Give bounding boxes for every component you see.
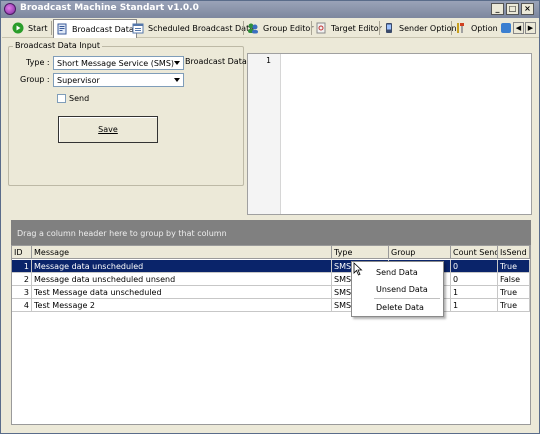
chevron-down-icon — [171, 57, 183, 69]
toolbar-separator — [243, 21, 244, 35]
column-header-group[interactable]: Group — [389, 246, 451, 259]
column-header-type[interactable]: Type — [332, 246, 389, 259]
group-icon — [247, 22, 259, 34]
table-row[interactable]: 4 Test Message 2 SMS 1 True — [12, 299, 530, 312]
cell-message: Test Message 2 — [32, 299, 332, 312]
minimize-button[interactable]: _ — [491, 3, 504, 15]
broadcast-data-label: Broadcast Data : — [185, 57, 252, 66]
cell-count-send: 1 — [451, 286, 498, 299]
column-header-count-send[interactable]: Count Send — [451, 246, 498, 259]
calendar-list-icon — [132, 22, 144, 34]
toolbar-separator — [379, 21, 380, 35]
tab-broadcast-data[interactable]: Broadcast Data — [53, 19, 137, 38]
app-window: Broadcast Machine Standart v1.0.0 _ □ × … — [0, 0, 540, 434]
tab-option[interactable]: Option — [453, 20, 500, 36]
menu-separator — [374, 298, 440, 299]
cell-message: Test Message data unscheduled — [32, 286, 332, 299]
start-button[interactable]: Start — [10, 20, 50, 36]
column-header-id[interactable]: ID — [12, 246, 32, 259]
cell-id: 4 — [12, 299, 32, 312]
cell-id: 2 — [12, 273, 32, 286]
cell-count-send: 0 — [451, 273, 498, 286]
broadcast-data-input-group: Broadcast Data Input Type : Short Messag… — [8, 41, 244, 186]
group-select-value: Supervisor — [57, 76, 100, 85]
main-toolbar: Start Broadcast Data Scheduled Broadcast… — [2, 18, 539, 38]
send-checkbox[interactable] — [57, 94, 66, 103]
cell-count-send: 1 — [451, 299, 498, 312]
grid-header: ID Message Type Group Count Send IsSend — [12, 246, 530, 259]
cell-message: Message data unscheduled unsend — [32, 273, 332, 286]
play-icon — [12, 22, 24, 34]
column-header-issend[interactable]: IsSend — [498, 246, 530, 259]
maximize-button[interactable]: □ — [506, 3, 519, 15]
cell-issend: True — [498, 260, 530, 273]
table-row[interactable]: 3 Test Message data unscheduled SMS 1 Tr… — [12, 286, 530, 299]
type-select-value: Short Message Service (SMS) — [57, 59, 175, 68]
document-icon — [56, 23, 68, 35]
tab-scheduled-broadcast-data[interactable]: Scheduled Broadcast Data — [130, 20, 256, 36]
target-editor-label: Target Editor — [331, 23, 382, 33]
sender-option-label: Sender Option — [399, 23, 457, 33]
next-tool-icon — [500, 22, 512, 34]
toolbar-scroll-left-button[interactable]: ◀ — [513, 22, 524, 34]
start-label: Start — [28, 23, 48, 33]
table-row[interactable]: 2 Message data unscheduled unsend SMS 0 … — [12, 273, 530, 286]
save-button[interactable]: Save — [58, 116, 158, 143]
title-bar[interactable]: Broadcast Machine Standart v1.0.0 _ □ × — [1, 1, 539, 18]
toolbar-separator — [451, 21, 452, 35]
cell-id: 3 — [12, 286, 32, 299]
menu-item-unsend-data[interactable]: Unsend Data — [376, 285, 428, 294]
cell-issend: True — [498, 286, 530, 299]
table-row[interactable]: 1 Message data unscheduled SMS 0 True — [12, 260, 530, 273]
app-logo-icon — [4, 3, 16, 15]
group-by-panel[interactable]: Drag a column header here to group by th… — [11, 220, 531, 245]
broadcast-data-grid: ID Message Type Group Count Send IsSend … — [11, 245, 531, 425]
toolbar-separator — [311, 21, 312, 35]
tab-group-editor[interactable]: Group Editor — [245, 20, 316, 36]
toolbar-separator — [51, 21, 52, 35]
mouse-pointer-icon — [353, 262, 363, 276]
cell-count-send: 0 — [451, 260, 498, 273]
column-header-message[interactable]: Message — [32, 246, 332, 259]
type-label: Type : — [26, 58, 50, 67]
type-select[interactable]: Short Message Service (SMS) — [53, 56, 184, 70]
group-editor-label: Group Editor — [263, 23, 314, 33]
tab-sender-option[interactable]: Sender Option — [381, 20, 459, 36]
chevron-down-icon — [171, 74, 183, 86]
editor-line-number: 1 — [266, 56, 271, 65]
cell-id: 1 — [12, 260, 32, 273]
close-button[interactable]: × — [521, 3, 534, 15]
broadcast-data-editor[interactable]: 1 — [247, 53, 532, 215]
group-by-hint: Drag a column header here to group by th… — [17, 229, 227, 238]
menu-item-delete-data[interactable]: Delete Data — [376, 303, 424, 312]
save-button-label: Save — [98, 125, 118, 134]
window-title: Broadcast Machine Standart v1.0.0 — [20, 3, 199, 13]
editor-gutter: 1 — [248, 54, 281, 214]
tools-icon — [455, 22, 467, 34]
toolbar-scroll-right-button[interactable]: ▶ — [525, 22, 536, 34]
broadcast-form-panel: Broadcast Data Input Type : Short Messag… — [2, 39, 539, 215]
phone-icon — [383, 22, 395, 34]
target-icon — [315, 22, 327, 34]
cell-issend: True — [498, 299, 530, 312]
option-label: Option — [471, 23, 498, 33]
send-checkbox-label: Send — [69, 94, 90, 103]
scheduled-broadcast-data-label: Scheduled Broadcast Data — [148, 23, 255, 33]
cell-issend: False — [498, 273, 530, 286]
group-legend: Broadcast Data Input — [13, 41, 102, 50]
row-context-menu: Send Data Unsend Data Delete Data — [351, 261, 444, 317]
menu-item-send-data[interactable]: Send Data — [376, 268, 418, 277]
group-select[interactable]: Supervisor — [53, 73, 184, 87]
broadcast-data-label: Broadcast Data — [72, 24, 134, 34]
group-label: Group : — [20, 75, 50, 84]
cell-message: Message data unscheduled — [32, 260, 332, 273]
tab-target-editor[interactable]: Target Editor — [313, 20, 384, 36]
